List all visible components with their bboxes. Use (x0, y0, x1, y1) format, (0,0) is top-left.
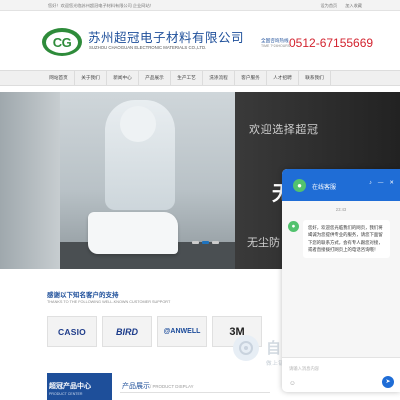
watermark-icon (233, 335, 259, 361)
chat-header[interactable]: ● 在线客服 ♪ — ✕ (282, 169, 400, 201)
chat-message: 您好，欢迎您光临我们的网页，我们将竭诚为您提供专业的服务，请您下面留下您的联系方… (303, 220, 390, 258)
agent-avatar-icon: ● (288, 221, 299, 232)
chat-widget[interactable]: ● 在线客服 ♪ — ✕ 23:43 ● 您好，欢迎您光临我们的网页，我们将竭诚为您… (282, 169, 400, 392)
hotline-number: 0512-67155669 (289, 36, 374, 50)
welcome-text: 您好！欢迎您光临苏州超冠电子材料有限公司 企业网站！ (48, 2, 154, 8)
company-logo[interactable]: CG (42, 28, 82, 56)
volume-icon[interactable]: ♪ (369, 180, 372, 186)
minimize-icon[interactable]: — (378, 180, 384, 186)
banner-sub-text: 无尘防 (247, 237, 280, 249)
close-icon[interactable]: ✕ (389, 180, 394, 186)
product-display-en: / PRODUCT DISPLAY (150, 384, 194, 389)
top-links: 设为首页 加入收藏 (312, 3, 362, 9)
chat-input-placeholder[interactable]: 请输入消息内容 (289, 366, 319, 372)
nav-item-process[interactable]: 生产工艺 (171, 71, 203, 85)
watermark-leaf-icon (239, 341, 253, 355)
divider (120, 392, 270, 393)
partner-logo-bird[interactable]: BIRD (102, 316, 152, 347)
company-name-en: SUZHOU CHAOGUAN ELECTRONIC MATERIALS CO.… (89, 45, 207, 50)
nav-item-contact[interactable]: 联系我们 (299, 71, 331, 85)
nav-item-jobs[interactable]: 人才招聘 (267, 71, 299, 85)
nav-item-home[interactable]: 网站首页 (43, 71, 75, 85)
nav-item-news[interactable]: 新闻中心 (107, 71, 139, 85)
partner-logo-anwell[interactable]: @ANWELL (157, 316, 207, 347)
set-homepage-link[interactable]: 设为首页 (320, 3, 337, 8)
main-nav: 网站首页 关于我们 新闻中心 产品展示 生产工艺 洗涤流程 客户服务 人才招聘 … (0, 70, 400, 86)
chat-controls: ♪ — ✕ (363, 180, 394, 186)
nav-items: 网站首页 关于我们 新闻中心 产品展示 生产工艺 洗涤流程 客户服务 人才招聘 … (43, 71, 331, 85)
partners-title: 感谢以下知名客户的支持 (47, 292, 119, 299)
banner-worker-hood (120, 106, 156, 142)
chat-input-area[interactable]: 请输入消息内容 ☺ ➤ (282, 357, 400, 392)
product-display-heading: 产品展示/ PRODUCT DISPLAY (122, 381, 194, 391)
slider-dot-active[interactable] (202, 241, 209, 244)
slider-dots (192, 241, 222, 244)
emoji-icon[interactable]: ☺ (289, 380, 296, 387)
slider-dot[interactable] (192, 241, 199, 244)
logo-text: CG (46, 31, 78, 53)
chat-timestamp: 23:43 (335, 207, 347, 212)
banner-cloth (88, 212, 178, 254)
hotline-hours: TIME 7*24HOURS (261, 44, 291, 48)
company-name-cn: 苏州超冠电子材料有限公司 (88, 31, 245, 45)
chat-agent-name: 在线客服 (312, 185, 337, 191)
add-favorite-link[interactable]: 加入收藏 (345, 3, 362, 8)
top-bar: 您好！欢迎您光临苏州超冠电子材料有限公司 企业网站！ 设为首页 加入收藏 (0, 0, 400, 11)
nav-item-service[interactable]: 客户服务 (235, 71, 267, 85)
nav-item-products[interactable]: 产品展示 (139, 71, 171, 85)
banner-title: 欢迎选择超冠 (249, 124, 319, 136)
product-center-subtitle: PRODUCT CENTER (49, 392, 83, 396)
product-display-title: 产品展示 (122, 383, 150, 390)
send-icon[interactable]: ➤ (382, 376, 394, 388)
banner-door (0, 92, 60, 269)
partners-subtitle: THANKS TO THE FOLLOWING WELL-KNOWN CUSTO… (47, 300, 171, 304)
chat-bubble-icon: ● (293, 179, 306, 192)
product-center-title: 超冠产品中心 (49, 383, 91, 390)
slider-dot[interactable] (212, 241, 219, 244)
nav-item-washing[interactable]: 洗涤流程 (203, 71, 235, 85)
partner-logo-casio[interactable]: CASIO (47, 316, 97, 347)
nav-item-about[interactable]: 关于我们 (75, 71, 107, 85)
